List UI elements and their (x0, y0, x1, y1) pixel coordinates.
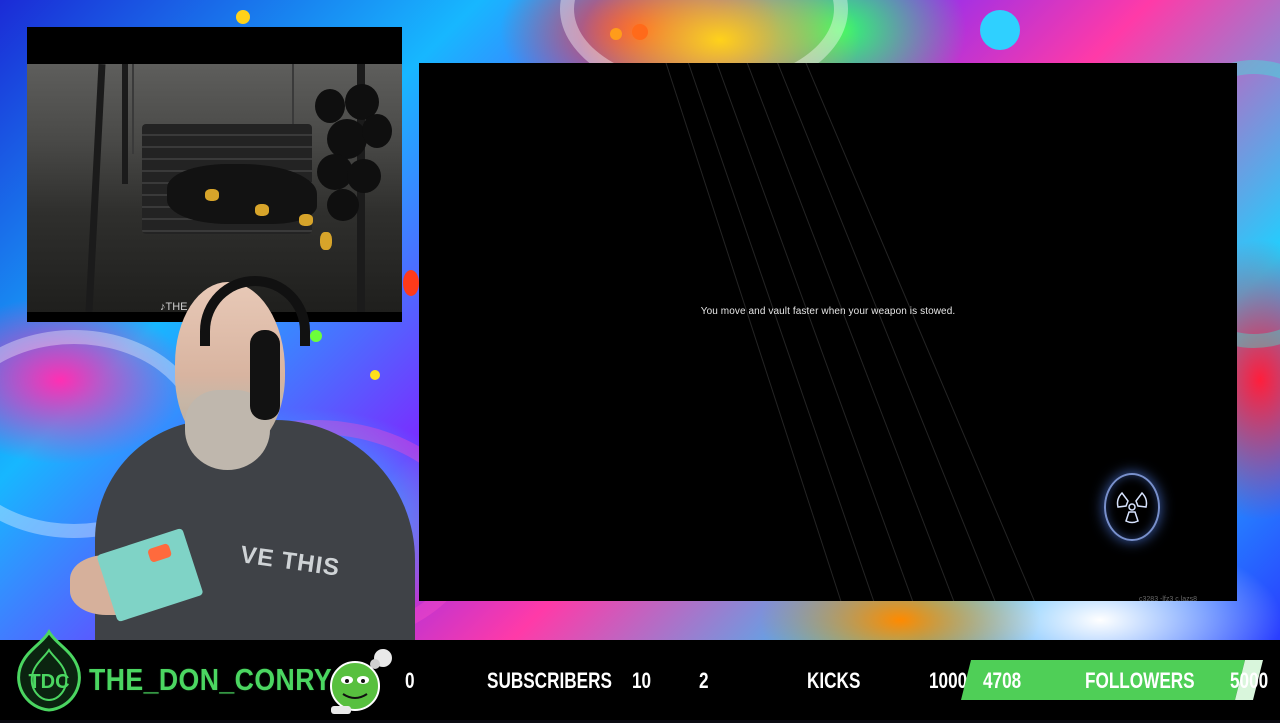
followers-goal: 5000 (1230, 668, 1269, 693)
kicks-label: KICKS (807, 668, 861, 693)
followers-current: 4708 (983, 668, 1022, 693)
logo-text: TDC (28, 671, 69, 693)
subscribers-goal: 10 (632, 668, 652, 693)
subscribers-label: SUBSCRIBERS (487, 668, 612, 693)
followers-label: FOLLOWERS (1085, 668, 1195, 693)
stream-bottom-bar: TDC THE_DON_CONRY 0 SUBSCRIBERS 10 2 KIC… (0, 629, 1280, 720)
tdc-flame-logo-icon: TDC (12, 628, 86, 714)
build-id: c3283 -lfz3 c.lazs8 (1139, 596, 1197, 601)
channel-name: THE_DON_CONRY (89, 662, 333, 697)
radiation-icon (1104, 473, 1160, 541)
headphone-earcup (250, 330, 280, 420)
webcam-feed: VE THIS (60, 270, 415, 640)
loading-tip: You move and vault faster when your weap… (700, 306, 956, 317)
lying-figure (167, 164, 317, 224)
kicks-current: 2 (699, 668, 709, 693)
green-smiley-mascot-icon (325, 644, 405, 718)
game-screen: You move and vault faster when your weap… (419, 63, 1237, 601)
subscribers-current: 0 (405, 668, 415, 693)
